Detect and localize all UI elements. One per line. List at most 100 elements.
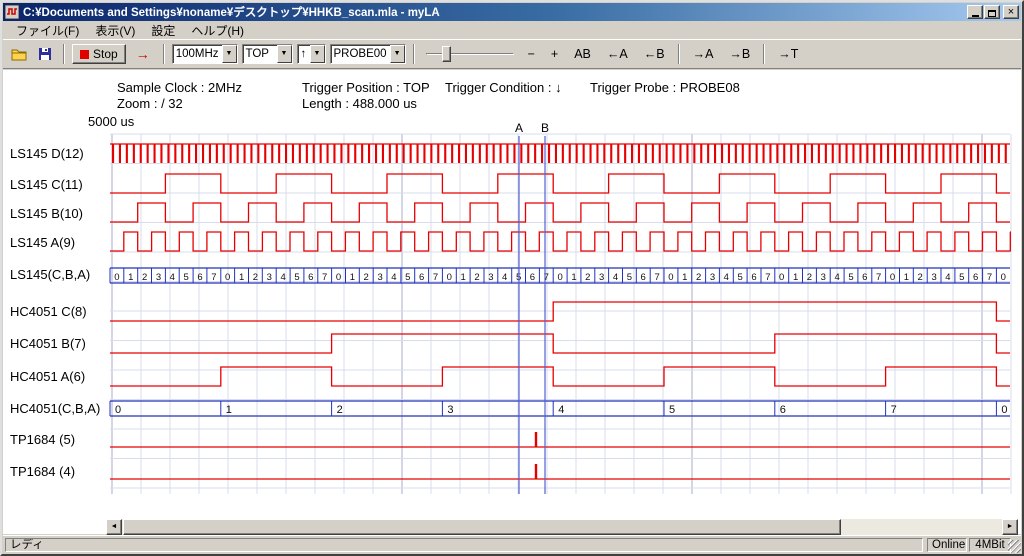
strobe-pulse: [430, 144, 432, 163]
strobe-pulse: [320, 144, 322, 163]
bus-value: 6: [419, 272, 424, 283]
bus-value: 7: [211, 272, 216, 283]
strobe-pulse: [610, 144, 612, 163]
bus-value: 3: [931, 272, 936, 283]
strobe-pulse: [167, 144, 169, 163]
bus-value: 2: [474, 272, 479, 283]
bus-value: 1: [904, 272, 909, 283]
strobe-pulse: [659, 144, 661, 163]
bus-value: 6: [308, 272, 313, 283]
strobe-pulse: [188, 144, 190, 163]
strobe-pulse: [679, 144, 681, 163]
strobe-pulse: [389, 144, 391, 163]
bus-value: 7: [876, 272, 881, 283]
scroll-right-button[interactable]: ►: [1002, 519, 1018, 535]
strobe-pulse: [583, 144, 585, 163]
strobe-pulse: [859, 144, 861, 163]
timebase-label: 5000 us: [88, 114, 134, 129]
strobe-pulse: [666, 144, 668, 163]
strobe-pulse: [271, 144, 273, 163]
strobe-pulse: [244, 144, 246, 163]
marker-b-label: B: [541, 121, 549, 135]
strobe-pulse: [382, 144, 384, 163]
strobe-pulse: [852, 144, 854, 163]
bus-value: 1: [682, 272, 687, 283]
strobe-pulse: [465, 144, 467, 163]
strobe-pulse: [479, 144, 481, 163]
length-info: Length : 488.000 us: [302, 96, 417, 111]
strobe-pulse: [354, 144, 356, 163]
strobe-pulse: [970, 144, 972, 163]
strobe-pulse: [486, 144, 488, 163]
strobe-pulse: [423, 144, 425, 163]
trace-square: [110, 174, 1010, 193]
trace-square: [110, 334, 1010, 353]
bus-value: 2: [142, 272, 147, 283]
strobe-pulse: [361, 144, 363, 163]
strobe-pulse: [513, 144, 515, 163]
strobe-pulse: [590, 144, 592, 163]
strobe-pulse: [230, 144, 232, 163]
bus-value: 0: [668, 272, 673, 283]
strobe-pulse: [562, 144, 564, 163]
strobe-pulse: [901, 144, 903, 163]
strobe-pulse: [929, 144, 931, 163]
strobe-pulse: [645, 144, 647, 163]
channel-label: LS145 A(9): [10, 235, 75, 250]
bus-value: 3: [267, 272, 272, 283]
bus-value: 2: [337, 404, 343, 416]
strobe-pulse: [846, 144, 848, 163]
strobe-pulse: [403, 144, 405, 163]
bus-value: 1: [226, 404, 232, 416]
bus-value: 0: [114, 272, 119, 283]
bus-value: 3: [447, 404, 453, 416]
scroll-left-button[interactable]: ◄: [106, 519, 122, 535]
strobe-pulse: [534, 144, 536, 163]
strobe-pulse: [1005, 144, 1007, 163]
channel-label: LS145 D(12): [10, 146, 84, 161]
strobe-pulse: [956, 144, 958, 163]
strobe-pulse: [811, 144, 813, 163]
strobe-pulse: [160, 144, 162, 163]
strobe-pulse: [257, 144, 259, 163]
bus-value: 4: [834, 272, 839, 283]
strobe-pulse: [832, 144, 834, 163]
bus-value: 5: [184, 272, 189, 283]
bus-value: 0: [115, 404, 121, 416]
scroll-thumb[interactable]: [123, 519, 841, 535]
strobe-pulse: [707, 144, 709, 163]
strobe-pulse: [119, 144, 121, 163]
bus-value: 4: [502, 272, 507, 283]
strobe-pulse: [548, 144, 550, 163]
horizontal-scrollbar[interactable]: ◄ ►: [106, 519, 1018, 535]
strobe-pulse: [147, 144, 149, 163]
trace-square: [110, 232, 1010, 251]
strobe-pulse: [500, 144, 502, 163]
bus-value: 7: [765, 272, 770, 283]
marker-a-label: A: [515, 121, 523, 135]
bus-value: 0: [1001, 272, 1006, 283]
strobe-pulse: [776, 144, 778, 163]
bus-value: 3: [156, 272, 161, 283]
strobe-pulse: [686, 144, 688, 163]
strobe-pulse: [873, 144, 875, 163]
bus-value: 6: [973, 272, 978, 283]
channel-label: HC4051 A(6): [10, 369, 85, 384]
strobe-pulse: [216, 144, 218, 163]
strobe-pulse: [174, 144, 176, 163]
bus-value: 5: [738, 272, 743, 283]
bus-value: 6: [780, 404, 786, 416]
bus-value: 2: [696, 272, 701, 283]
strobe-pulse: [306, 144, 308, 163]
strobe-pulse: [555, 144, 557, 163]
trigger-probe-info: Trigger Probe : PROBE08: [590, 80, 740, 95]
strobe-pulse: [984, 144, 986, 163]
strobe-pulse: [617, 144, 619, 163]
strobe-pulse: [202, 144, 204, 163]
strobe-pulse: [728, 144, 730, 163]
strobe-pulse: [603, 144, 605, 163]
bus-value: 5: [627, 272, 632, 283]
trace-square: [110, 203, 1010, 222]
strobe-pulse: [333, 144, 335, 163]
strobe-pulse: [783, 144, 785, 163]
